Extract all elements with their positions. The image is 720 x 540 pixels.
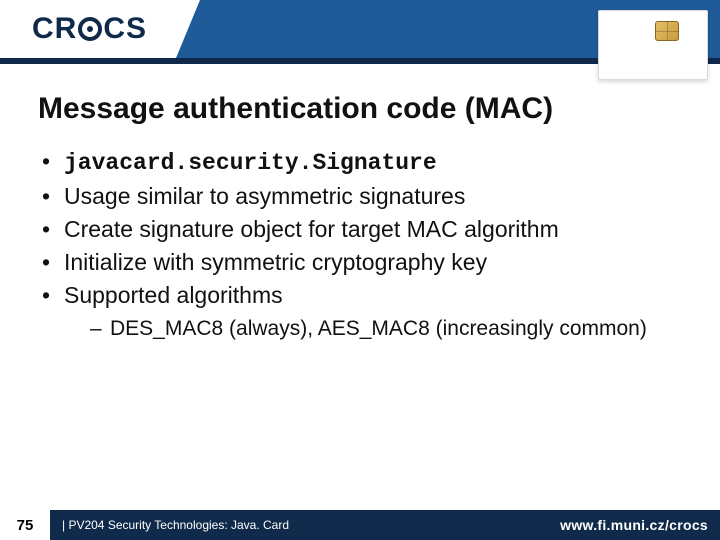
chip-contact-icon	[655, 21, 679, 41]
bullet-list: javacard.security.Signature Usage simila…	[38, 146, 682, 344]
bullet-text: javacard.security.Signature	[64, 150, 437, 176]
slide: CR CS Message authentication code (MAC) …	[0, 0, 720, 540]
page-number: 75	[0, 510, 50, 540]
logo-ring-icon	[78, 17, 102, 41]
footer-course-label: | PV204 Security Technologies: Java. Car…	[62, 518, 289, 532]
sub-list-item: DES_MAC8 (always), AES_MAC8 (increasingl…	[64, 315, 682, 343]
bullet-text: Initialize with symmetric cryptography k…	[64, 249, 487, 275]
bullet-text: Create signature object for target MAC a…	[64, 216, 559, 242]
bullet-text: Usage similar to asymmetric signatures	[64, 183, 465, 209]
logo-text-right: CS	[103, 12, 147, 46]
list-item: Initialize with symmetric cryptography k…	[38, 247, 682, 278]
list-item: Supported algorithms DES_MAC8 (always), …	[38, 280, 682, 343]
sub-bullet-text: DES_MAC8 (always), AES_MAC8 (increasingl…	[110, 317, 647, 340]
footer-site-url: www.fi.muni.cz/crocs	[560, 517, 708, 533]
footer-bar: 75 | PV204 Security Technologies: Java. …	[0, 510, 720, 540]
crocs-logo: CR CS	[32, 12, 147, 46]
list-item: javacard.security.Signature	[38, 146, 682, 179]
logo-text-left: CR	[32, 12, 77, 46]
sub-bullet-list: DES_MAC8 (always), AES_MAC8 (increasingl…	[64, 315, 682, 343]
list-item: Create signature object for target MAC a…	[38, 214, 682, 245]
bullet-text: Supported algorithms	[64, 282, 283, 308]
slide-title: Message authentication code (MAC)	[38, 92, 682, 126]
list-item: Usage similar to asymmetric signatures	[38, 181, 682, 212]
smartcard-icon	[598, 10, 708, 80]
logo-area: CR CS	[0, 0, 200, 58]
content-area: Message authentication code (MAC) javaca…	[38, 92, 682, 346]
